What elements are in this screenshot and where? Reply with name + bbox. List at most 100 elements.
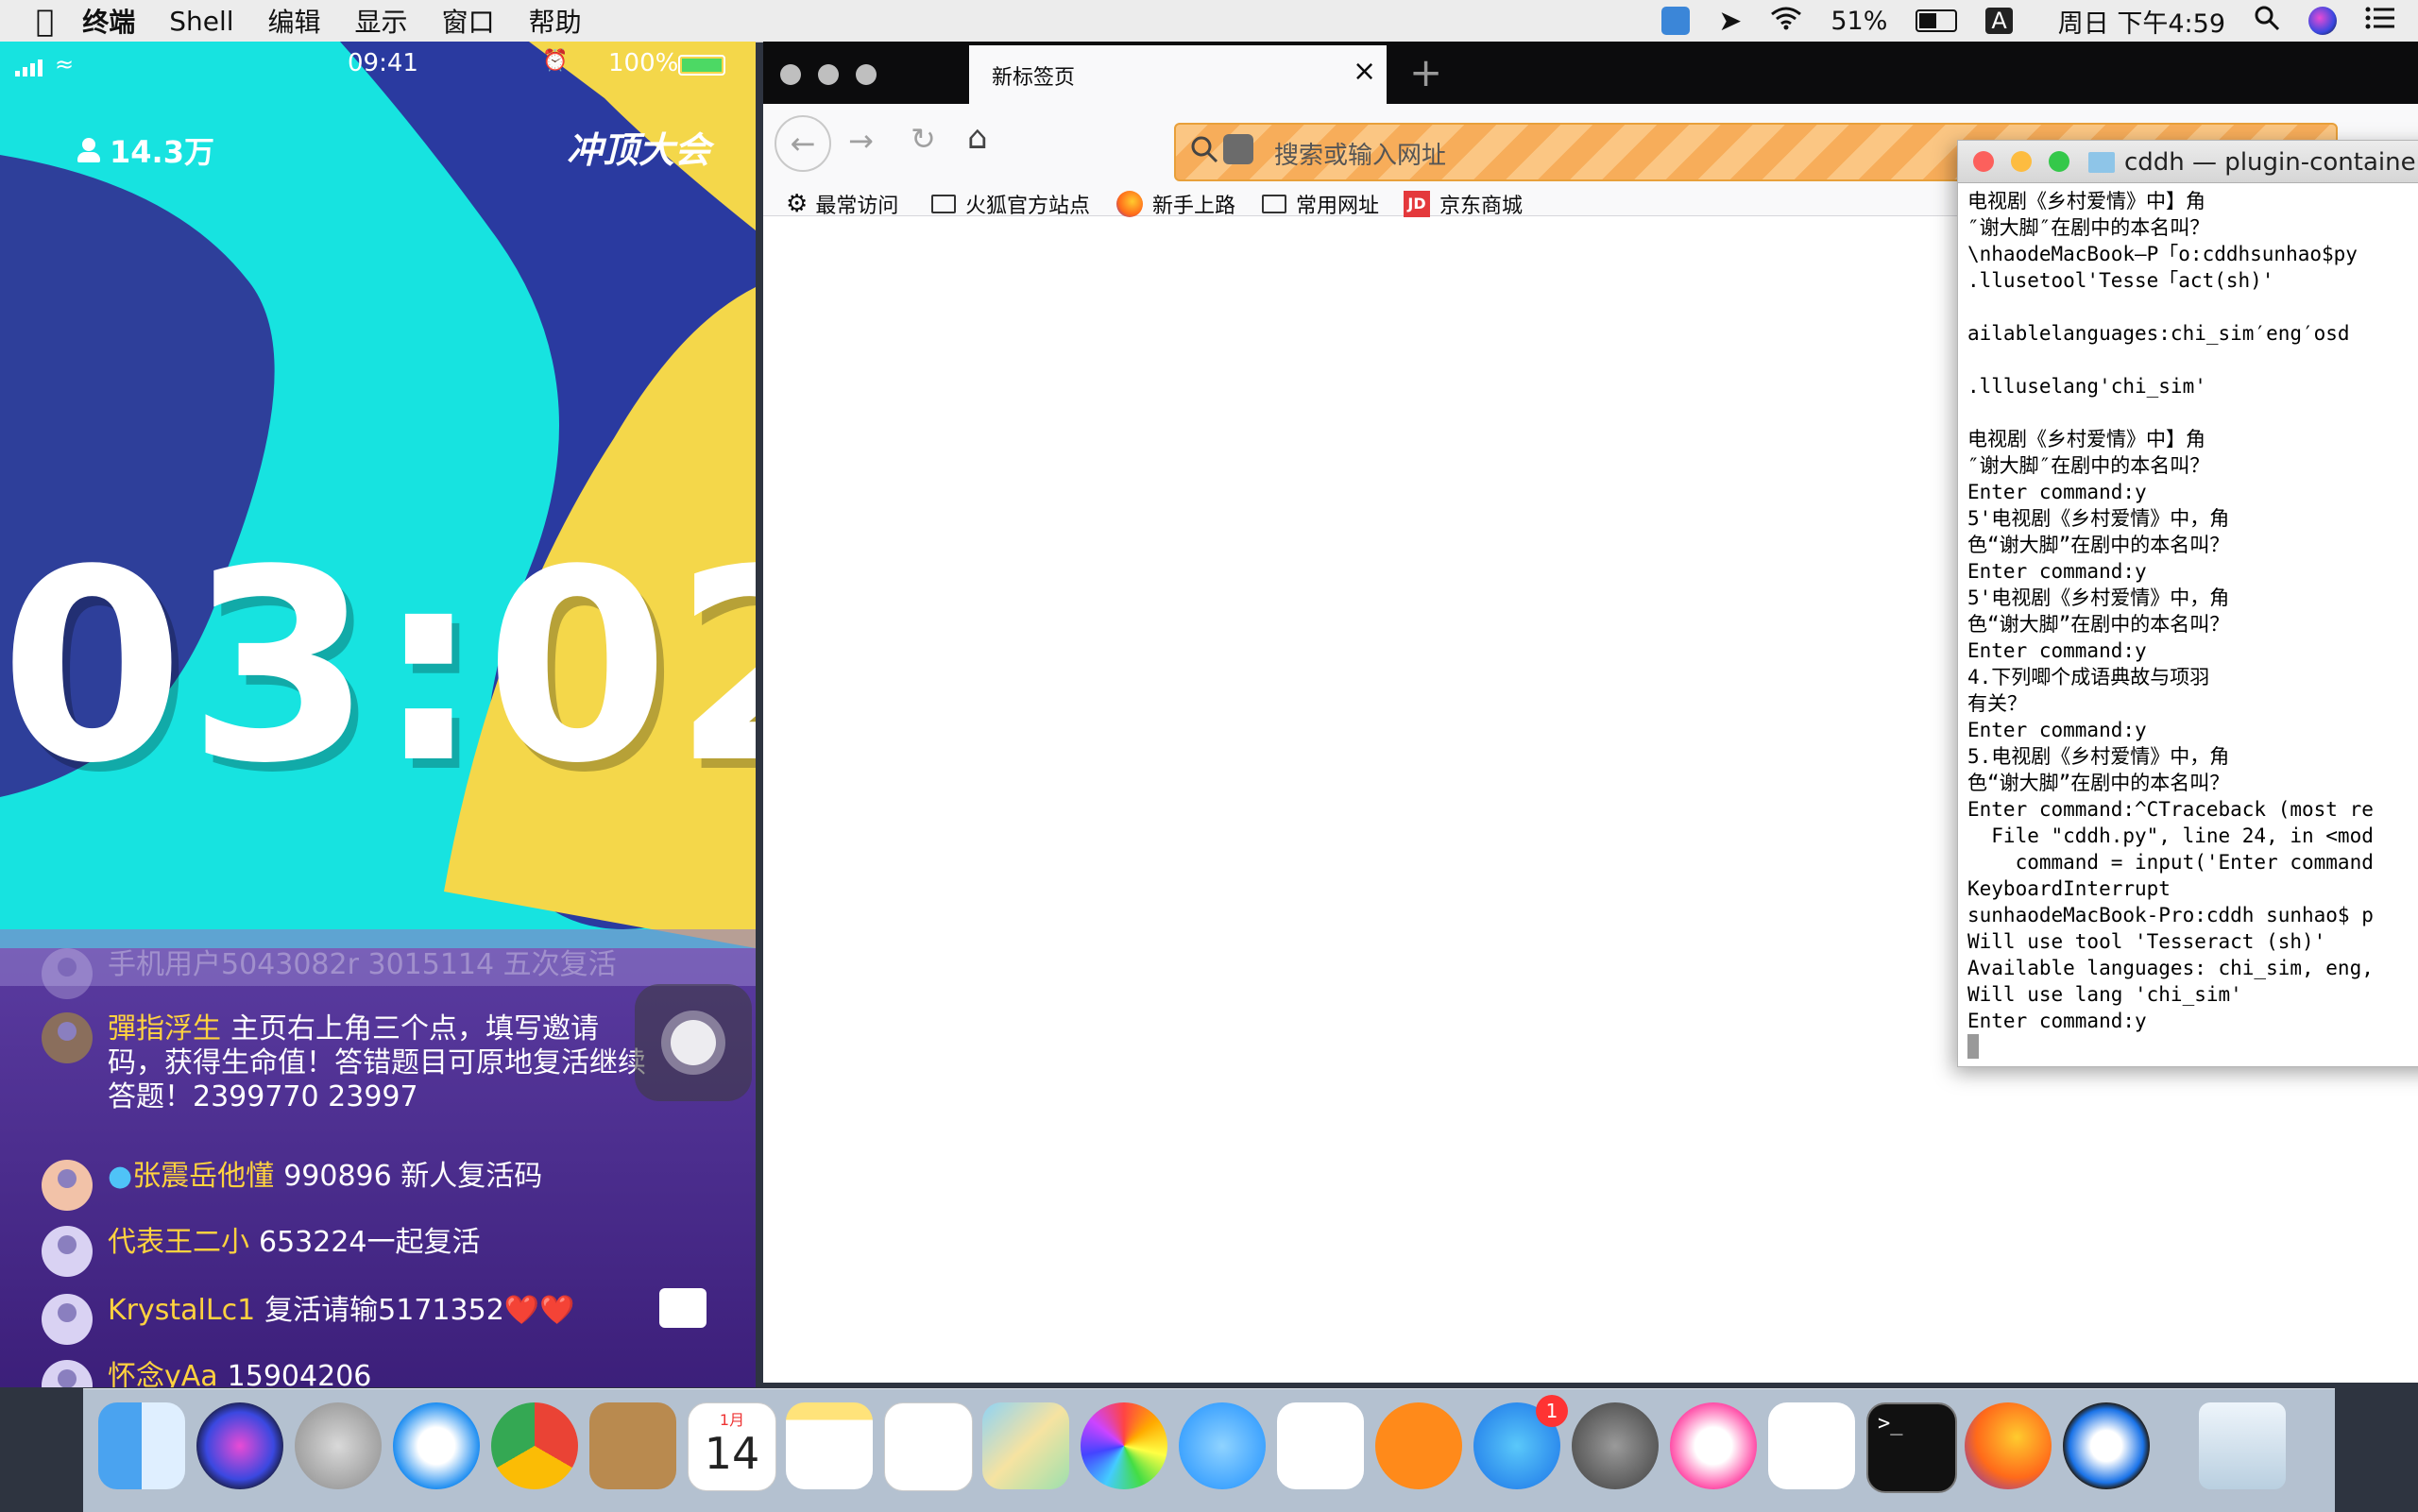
reload-button[interactable]: ↻ bbox=[911, 121, 936, 157]
bookmark-most-visited[interactable]: ⚙ 最常访问 bbox=[786, 189, 898, 219]
minimize-window-button[interactable] bbox=[818, 64, 839, 85]
phone-battery-icon bbox=[678, 55, 725, 76]
calendar-icon[interactable]: 1月 14 bbox=[688, 1402, 776, 1491]
person-icon bbox=[77, 138, 100, 162]
notes-icon[interactable] bbox=[786, 1402, 873, 1489]
avatar bbox=[42, 1360, 93, 1387]
menu-app-name[interactable]: 终端 bbox=[82, 2, 135, 40]
spotlight-search-icon[interactable] bbox=[2254, 5, 2280, 38]
phone-battery-percent: 100% bbox=[608, 49, 679, 77]
calendar-day: 14 bbox=[704, 1428, 760, 1479]
safari-icon[interactable] bbox=[393, 1402, 480, 1489]
dock: 1月 14 1 >_ bbox=[83, 1388, 2335, 1512]
new-tab-button[interactable]: + bbox=[1409, 49, 1442, 95]
siri-icon[interactable] bbox=[2308, 7, 2337, 35]
close-window-button[interactable] bbox=[780, 64, 801, 85]
close-tab-icon[interactable]: × bbox=[1353, 55, 1376, 88]
chrome-icon[interactable] bbox=[491, 1402, 578, 1489]
chat-bubble-icon[interactable] bbox=[659, 1288, 707, 1328]
comment-user[interactable]: 张震岳他懂 bbox=[132, 1160, 274, 1193]
trash-icon[interactable] bbox=[2199, 1402, 2286, 1489]
menubar-clock[interactable]: 周日 下午4:59 bbox=[2058, 3, 2225, 40]
maps-icon[interactable] bbox=[982, 1402, 1069, 1489]
comment-item: 代表王二小 653224一起复活 bbox=[42, 1226, 646, 1277]
menu-help[interactable]: 帮助 bbox=[529, 2, 582, 40]
messages-icon[interactable] bbox=[1179, 1402, 1266, 1489]
system-preferences-icon[interactable] bbox=[1572, 1402, 1659, 1489]
terminal-line: Will use lang 'chi_sim' bbox=[1967, 983, 2242, 1006]
terminal-line: Enter command:y bbox=[1967, 481, 2147, 503]
terminal-title: cddh — plugin-container bbox=[2124, 148, 2418, 177]
input-method-icon[interactable]: A bbox=[1985, 8, 2013, 34]
app-store-icon[interactable]: 1 bbox=[1473, 1395, 1568, 1489]
apple-icon[interactable]:  bbox=[36, 3, 54, 39]
battery-icon[interactable] bbox=[1916, 9, 1958, 32]
terminal-line: .llluselang'chi_sim' bbox=[1967, 375, 2206, 398]
forward-button[interactable]: → bbox=[848, 123, 874, 159]
bird-app-icon[interactable] bbox=[1768, 1402, 1855, 1489]
terminal-prompt-glyph: >_ bbox=[1878, 1412, 1903, 1436]
comment-user[interactable]: KrystalLc1 bbox=[108, 1294, 255, 1327]
quicktime-icon[interactable] bbox=[2063, 1402, 2150, 1489]
whale-icon: ● bbox=[108, 1160, 133, 1193]
terminal-line: Enter command:^CTraceback (most re bbox=[1967, 798, 2374, 821]
bird-icon[interactable]: ➤ bbox=[1718, 5, 1742, 38]
siri-icon[interactable] bbox=[196, 1402, 283, 1489]
terminal-line: Enter command:y bbox=[1967, 719, 2147, 741]
menu-shell[interactable]: Shell bbox=[169, 6, 233, 37]
assistive-touch-button[interactable] bbox=[635, 984, 752, 1101]
reminders-icon[interactable] bbox=[884, 1402, 973, 1491]
terminal-cursor bbox=[1967, 1034, 1979, 1059]
numbers-icon[interactable] bbox=[1277, 1402, 1364, 1489]
ibooks-icon[interactable] bbox=[1375, 1402, 1462, 1489]
jd-icon: JD bbox=[1404, 191, 1430, 217]
photos-icon[interactable] bbox=[1081, 1402, 1167, 1489]
comment-text: 复活请输5171352❤️❤️ bbox=[264, 1294, 575, 1327]
bookmark-getting-started[interactable]: 新手上路 bbox=[1116, 189, 1235, 219]
screen-capture-icon[interactable] bbox=[1661, 7, 1691, 35]
bookmark-folder-common-sites[interactable]: 常用网址 bbox=[1262, 189, 1379, 219]
avatar bbox=[42, 1160, 93, 1211]
comment-user[interactable]: 怀念yAa bbox=[108, 1360, 218, 1387]
comment-text: 990896 新人复活码 bbox=[283, 1160, 543, 1193]
signal-icon bbox=[15, 55, 51, 83]
private-mask-icon bbox=[1223, 134, 1253, 164]
bookmark-jd[interactable]: JD 京东商城 bbox=[1404, 189, 1523, 219]
comment-user[interactable]: 代表王二小 bbox=[108, 1226, 249, 1259]
show-logo: 冲顶大会 bbox=[567, 129, 711, 171]
zoom-window-button[interactable] bbox=[856, 64, 877, 85]
terminal-line: 4.下列唧个成语典故与项羽 bbox=[1967, 666, 2210, 688]
terminal-line: 色“谢大脚”在剧中的本名叫？ bbox=[1967, 613, 2230, 636]
home-button[interactable]: ⌂ bbox=[967, 119, 988, 157]
terminal-line: Available languages: chi_sim, eng, bbox=[1967, 957, 2374, 979]
avatar bbox=[42, 948, 93, 999]
zoom-window-button[interactable] bbox=[2049, 151, 2069, 172]
terminal-window: cddh — plugin-container 电视剧《乡村爱情》中】角 ″谢大脚… bbox=[1957, 140, 2418, 1067]
terminal-line: \nhaodeMacBook—P「o:cddhsunhao$py bbox=[1967, 243, 2358, 265]
launchpad-icon[interactable] bbox=[295, 1402, 382, 1489]
back-button[interactable]: ← bbox=[775, 115, 831, 172]
tab-new-tab[interactable]: 新标签页 × bbox=[969, 45, 1387, 104]
bookmark-folder-firefox-site[interactable]: 火狐官方站点 bbox=[931, 189, 1090, 219]
menu-edit[interactable]: 编辑 bbox=[268, 2, 321, 40]
menu-view[interactable]: 显示 bbox=[355, 2, 408, 40]
minimize-window-button[interactable] bbox=[2011, 151, 2032, 172]
terminal-output[interactable]: 电视剧《乡村爱情》中】角 ″谢大脚″在剧中的本名叫？ \nhaodeMacBook—… bbox=[1967, 188, 2418, 1057]
itunes-icon[interactable] bbox=[1670, 1402, 1757, 1489]
terminal-line: 电视剧《乡村爱情》中】角 bbox=[1967, 190, 2205, 212]
notification-center-icon[interactable] bbox=[2365, 6, 2395, 37]
wifi-icon[interactable] bbox=[1770, 6, 1802, 37]
close-window-button[interactable] bbox=[1973, 151, 1994, 172]
terminal-line: 有关？ bbox=[1967, 692, 2027, 715]
menu-window[interactable]: 窗口 bbox=[442, 2, 495, 40]
terminal-line: Will use tool 'Tesseract (sh)' bbox=[1967, 930, 2326, 953]
firefox-icon[interactable] bbox=[1965, 1402, 2052, 1489]
finder-icon[interactable] bbox=[98, 1402, 185, 1489]
terminal-icon[interactable]: >_ bbox=[1866, 1402, 1957, 1493]
battery-percent: 51% bbox=[1831, 6, 1888, 36]
contacts-icon[interactable] bbox=[589, 1402, 676, 1489]
comment-user[interactable]: 彈指浮生 bbox=[108, 1012, 221, 1045]
